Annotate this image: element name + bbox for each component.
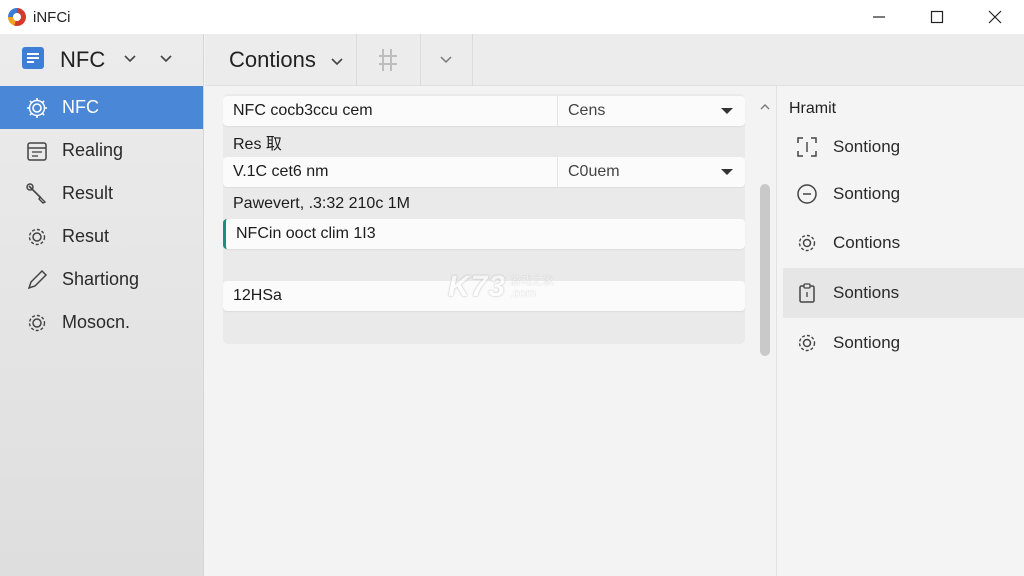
panel-item[interactable]: Sontiong: [783, 122, 1024, 172]
grid-icon: [379, 48, 398, 71]
dropdown-value: C0uem: [568, 163, 620, 180]
scan-icon: [795, 135, 819, 159]
panel-item[interactable]: Contions: [783, 218, 1024, 268]
row-label: Res 取: [233, 136, 282, 153]
sidebar-item-nfc[interactable]: NFC: [0, 86, 203, 129]
panel-item-label: Contions: [833, 233, 901, 252]
panel-title: Hramit: [789, 100, 837, 117]
row-dropdown[interactable]: Cens: [557, 96, 745, 126]
list-item[interactable]: 12HSa: [223, 281, 745, 311]
gear-icon: [24, 95, 50, 121]
minimize-icon: [873, 16, 885, 18]
dropdown-value: Cens: [568, 102, 606, 119]
sidebar: NFC NFC Realing Result Resut Shartiong M…: [0, 34, 204, 576]
scroll-thumb[interactable]: [760, 184, 770, 356]
sidebar-item-realing[interactable]: Realing: [0, 129, 203, 172]
window-controls: [850, 0, 1024, 34]
list-item[interactable]: [223, 251, 745, 281]
wrench-icon: [24, 181, 50, 207]
title-bar: iNFCi: [0, 0, 1024, 34]
gear-icon: [795, 231, 819, 255]
chevron-down-icon[interactable]: [123, 51, 137, 69]
sidebar-item-label: Resut: [62, 226, 110, 246]
row-label: Pawevert, .3:32 210c 1M: [233, 195, 410, 212]
panel-item-label: Sontiong: [833, 137, 901, 156]
panel-item-label: Sontiong: [833, 184, 901, 203]
gear-icon: [24, 224, 50, 250]
row-label: V.1C cet6 nm: [233, 163, 329, 180]
list-item[interactable]: V.1C cet6 nm C0uem: [223, 157, 745, 187]
document-icon: [20, 45, 46, 76]
chevron-down-icon: [440, 55, 452, 63]
pencil-icon: [24, 267, 50, 293]
sidebar-item-label: Mosocn.: [62, 312, 131, 332]
vertical-scrollbar[interactable]: [758, 96, 772, 576]
toolbar-more-button[interactable]: [421, 33, 473, 86]
chevron-down-icon: [330, 47, 344, 73]
gear-icon: [795, 331, 819, 355]
close-button[interactable]: [966, 0, 1024, 34]
clipboard-icon: [795, 281, 819, 305]
row-label: NFCin ooct clim 1I3: [236, 225, 376, 242]
list-item[interactable]: Res 取: [223, 127, 745, 157]
sidebar-item-result[interactable]: Result: [0, 172, 203, 215]
sidebar-item-label: NFC: [62, 97, 99, 117]
toolbar: Contions: [205, 33, 1024, 86]
panel-item[interactable]: Sontiong: [783, 169, 1024, 219]
calendar-icon: [24, 138, 50, 164]
gear-icon: [24, 310, 50, 336]
record-list: NFC cocb3ccu cem Cens Res 取 V.1C cet6 nm…: [223, 94, 745, 344]
panel-item[interactable]: Sontions: [783, 268, 1024, 318]
toolbar-title: Contions: [229, 46, 316, 72]
caret-down-icon: [721, 108, 733, 114]
minimize-button[interactable]: [850, 0, 908, 34]
maximize-icon: [930, 10, 944, 24]
sidebar-item-label: Shartiong: [62, 269, 140, 289]
close-icon: [988, 10, 1002, 24]
sidebar-item-mosocn[interactable]: Mosocn.: [0, 301, 203, 344]
sidebar-item-label: Realing: [62, 140, 124, 160]
sidebar-item-resut[interactable]: Resut: [0, 215, 203, 258]
toolbar-title-dropdown[interactable]: Contions: [205, 33, 357, 86]
row-label: NFC cocb3ccu cem: [233, 102, 373, 119]
panel-item-label: Sontions: [833, 283, 900, 302]
app-logo-icon: [8, 8, 26, 26]
list-item[interactable]: NFC cocb3ccu cem Cens: [223, 96, 745, 126]
panel-item[interactable]: Sontiong: [783, 318, 1024, 368]
right-panel: Hramit Sontiong Sontiong Contions Sontio…: [776, 86, 1024, 576]
row-dropdown[interactable]: C0uem: [557, 157, 745, 187]
main-content: NFC cocb3ccu cem Cens Res 取 V.1C cet6 nm…: [205, 86, 775, 576]
chevron-down-icon[interactable]: [159, 51, 173, 69]
minus-circle-icon: [795, 182, 819, 206]
window-title: iNFCi: [33, 8, 71, 26]
list-item[interactable]: Pawevert, .3:32 210c 1M: [223, 189, 745, 219]
scroll-up-icon[interactable]: [760, 98, 770, 116]
grid-view-button[interactable]: [357, 33, 421, 86]
list-item[interactable]: NFCin ooct clim 1I3: [223, 219, 745, 249]
caret-down-icon: [721, 169, 733, 175]
sidebar-item-shartiong[interactable]: Shartiong: [0, 258, 203, 301]
maximize-button[interactable]: [908, 0, 966, 34]
sidebar-header-label: NFC: [60, 47, 106, 72]
row-label: 12HSa: [233, 287, 282, 304]
panel-item-label: Sontiong: [833, 333, 901, 352]
sidebar-header[interactable]: NFC: [0, 34, 203, 86]
sidebar-item-label: Result: [62, 183, 114, 203]
